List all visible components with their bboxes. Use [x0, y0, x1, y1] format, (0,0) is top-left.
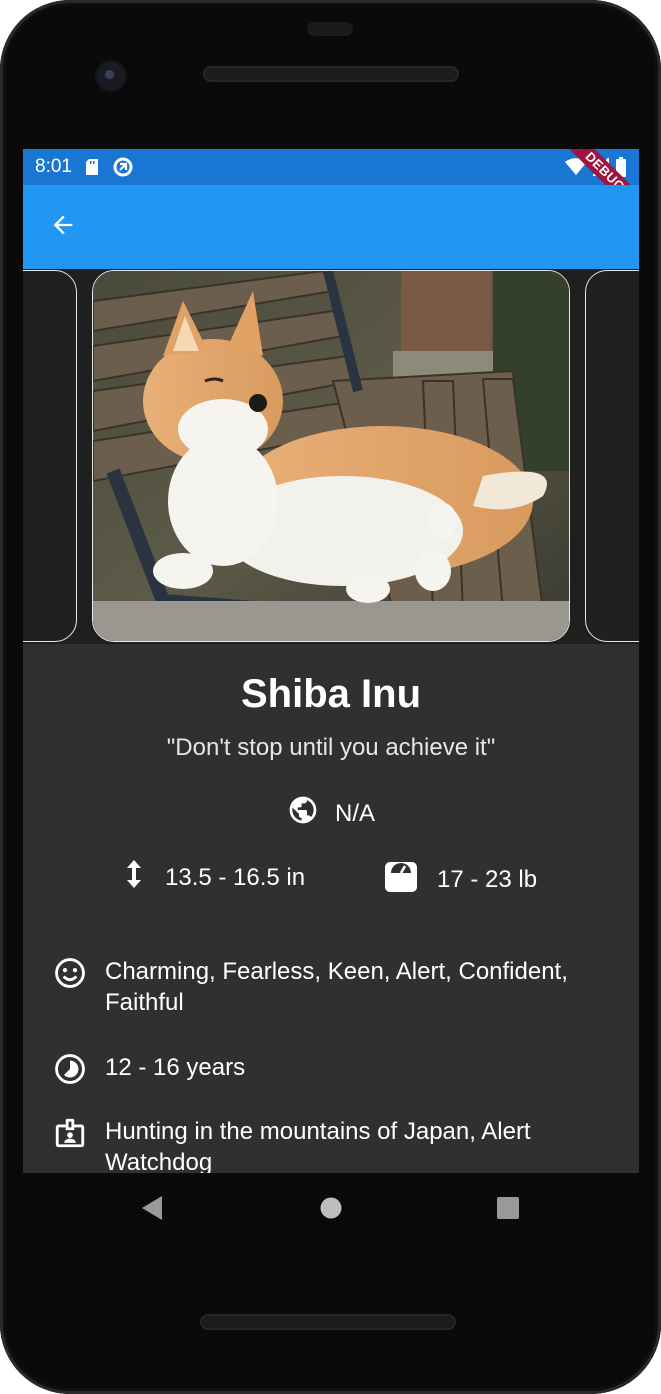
status-time: 8:01 — [35, 156, 72, 177]
globe-icon — [287, 794, 319, 833]
system-nav-bar — [23, 1173, 639, 1245]
badge-icon — [53, 1116, 87, 1150]
life-span-row: 12 - 16 years — [53, 1052, 613, 1086]
phone-notch — [307, 22, 353, 36]
dog-photo — [93, 271, 569, 641]
front-camera — [97, 62, 125, 90]
height-value: 13.5 - 16.5 in — [165, 863, 306, 891]
arrow-back-icon — [49, 211, 77, 244]
app-bar — [23, 185, 639, 269]
image-carousel[interactable] — [23, 269, 639, 644]
timelapse-icon — [53, 1052, 87, 1086]
smiley-face-icon — [53, 956, 87, 990]
screen: 8:01 DEBUG Shiba Inu "Don't stop until y… — [23, 149, 639, 1173]
home-circle-icon — [320, 1197, 342, 1223]
size-row: 13.5 - 16.5 in 17 - 23 lb — [23, 858, 639, 898]
weight-item: 17 - 23 lb — [383, 858, 537, 901]
origin-value: N/A — [334, 799, 375, 827]
nav-home-button[interactable] — [320, 1197, 342, 1224]
back-button[interactable] — [41, 205, 85, 249]
breed-name: Shiba Inu — [241, 672, 421, 716]
nav-recents-button[interactable] — [497, 1197, 519, 1224]
breed-motto: "Don't stop until you achieve it" — [166, 734, 496, 761]
breed-details: Shiba Inu "Don't stop until you achieve … — [23, 644, 639, 1173]
status-bar: 8:01 DEBUG — [23, 149, 639, 221]
data-saver-icon — [112, 156, 134, 178]
origin-row: N/A — [23, 794, 639, 833]
temperament-value: Charming, Fearless, Keen, Alert, Confide… — [105, 958, 568, 1016]
height-item: 13.5 - 16.5 in — [121, 858, 305, 897]
height-arrows-icon — [121, 858, 147, 897]
bred-for-row: Hunting in the mountains of Japan, Alert… — [53, 1116, 613, 1173]
carousel-card-previous[interactable] — [23, 270, 77, 642]
weight-value: 17 - 23 lb — [437, 865, 538, 893]
recents-square-icon — [497, 1197, 519, 1223]
phone-frame: 8:01 DEBUG Shiba Inu "Don't stop until y… — [0, 0, 661, 1394]
nav-back-button[interactable] — [141, 1195, 163, 1226]
carousel-card-next[interactable] — [585, 270, 639, 642]
carousel-card-current[interactable] — [92, 270, 570, 642]
life-span-value: 12 - 16 years — [105, 1054, 246, 1081]
earpiece-speaker — [203, 66, 459, 82]
back-triangle-icon — [141, 1196, 163, 1225]
bottom-speaker — [200, 1314, 456, 1330]
scale-icon — [383, 858, 419, 901]
temperament-row: Charming, Fearless, Keen, Alert, Confide… — [53, 956, 613, 1018]
sd-card-icon — [84, 158, 100, 176]
bred-for-value: Hunting in the mountains of Japan, Alert… — [105, 1118, 531, 1173]
